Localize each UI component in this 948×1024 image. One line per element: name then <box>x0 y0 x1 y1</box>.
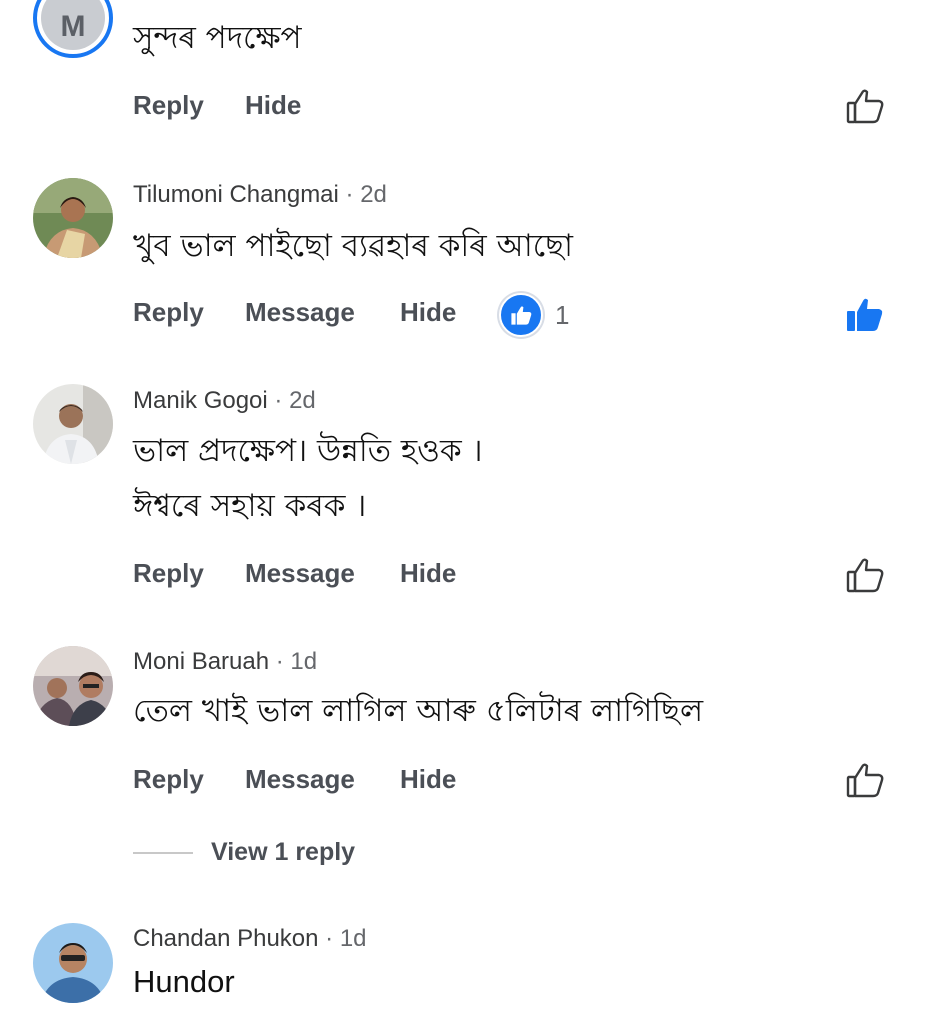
thumbs-up-filled-icon <box>847 298 883 331</box>
timestamp: · 1d <box>275 648 318 675</box>
reaction-count: 1 <box>555 299 570 330</box>
reply-button[interactable]: Reply <box>133 764 204 795</box>
thumbs-up-outline-icon <box>846 89 884 124</box>
comment-text-line-2: ঈশ্বৰে সহায় কৰক । <box>133 488 367 524</box>
view-replies-link[interactable]: View 1 reply <box>133 838 355 867</box>
hide-button[interactable]: Hide <box>400 764 456 795</box>
view-replies-label: View 1 reply <box>211 838 356 866</box>
timestamp: · 2d <box>274 387 316 414</box>
comment-meta: Chandan Phukon · 1d <box>133 925 367 953</box>
avatar[interactable]: M <box>33 0 113 58</box>
thread-line <box>133 851 193 854</box>
comment-meta: Moni Baruah · 1d <box>133 648 317 676</box>
profile-photo <box>33 646 113 726</box>
comment-text: তেল খাই ভাল লাগিল আৰু ৫লিটাৰ লাগিছিল <box>133 693 704 729</box>
like-reaction-icon <box>499 293 543 337</box>
timestamp: · 1d <box>325 925 367 952</box>
profile-photo <box>33 178 113 258</box>
message-button[interactable]: Message <box>245 764 355 795</box>
thumbs-up-outline-icon <box>846 763 884 798</box>
comment-text: খুব ভাল পাইছো ব্যৱহাৰ কৰি আছো <box>133 228 573 264</box>
like-button[interactable] <box>845 294 885 334</box>
message-button[interactable]: Message <box>245 297 355 328</box>
hide-button[interactable]: Hide <box>245 90 301 121</box>
profile-photo <box>33 923 113 1003</box>
author-name[interactable]: Chandan Phukon <box>133 925 318 952</box>
comment-meta: Tilumoni Changmai · 2d <box>133 181 387 209</box>
like-button[interactable] <box>845 555 885 595</box>
author-name[interactable]: Moni Baruah <box>133 648 269 675</box>
reaction-summary[interactable]: 1 <box>499 293 569 337</box>
message-button[interactable]: Message <box>245 558 355 589</box>
avatar[interactable] <box>33 923 113 1003</box>
reply-button[interactable]: Reply <box>133 558 204 589</box>
timestamp: · 2d <box>345 181 387 208</box>
like-button[interactable] <box>845 86 885 126</box>
comment-text: Hundor <box>133 964 235 999</box>
avatar-letter: M <box>41 0 105 50</box>
author-name[interactable]: Tilumoni Changmai <box>133 181 339 208</box>
thumbs-up-outline-icon <box>846 558 884 593</box>
hide-button[interactable]: Hide <box>400 558 456 589</box>
comment-meta: Manik Gogoi · 2d <box>133 387 316 415</box>
profile-photo <box>33 384 113 464</box>
reply-button[interactable]: Reply <box>133 297 204 328</box>
avatar[interactable] <box>33 178 113 258</box>
avatar[interactable] <box>33 384 113 464</box>
author-name[interactable]: Manik Gogoi <box>133 387 268 414</box>
like-button[interactable] <box>845 760 885 800</box>
avatar[interactable] <box>33 646 113 726</box>
hide-button[interactable]: Hide <box>400 297 456 328</box>
reply-button[interactable]: Reply <box>133 90 204 121</box>
comment-text: সুন্দৰ পদক্ষেপ <box>133 20 302 56</box>
comment-text-line-1: ভাল প্ৰদক্ষেপ। উন্নতি হওক । <box>133 433 483 469</box>
